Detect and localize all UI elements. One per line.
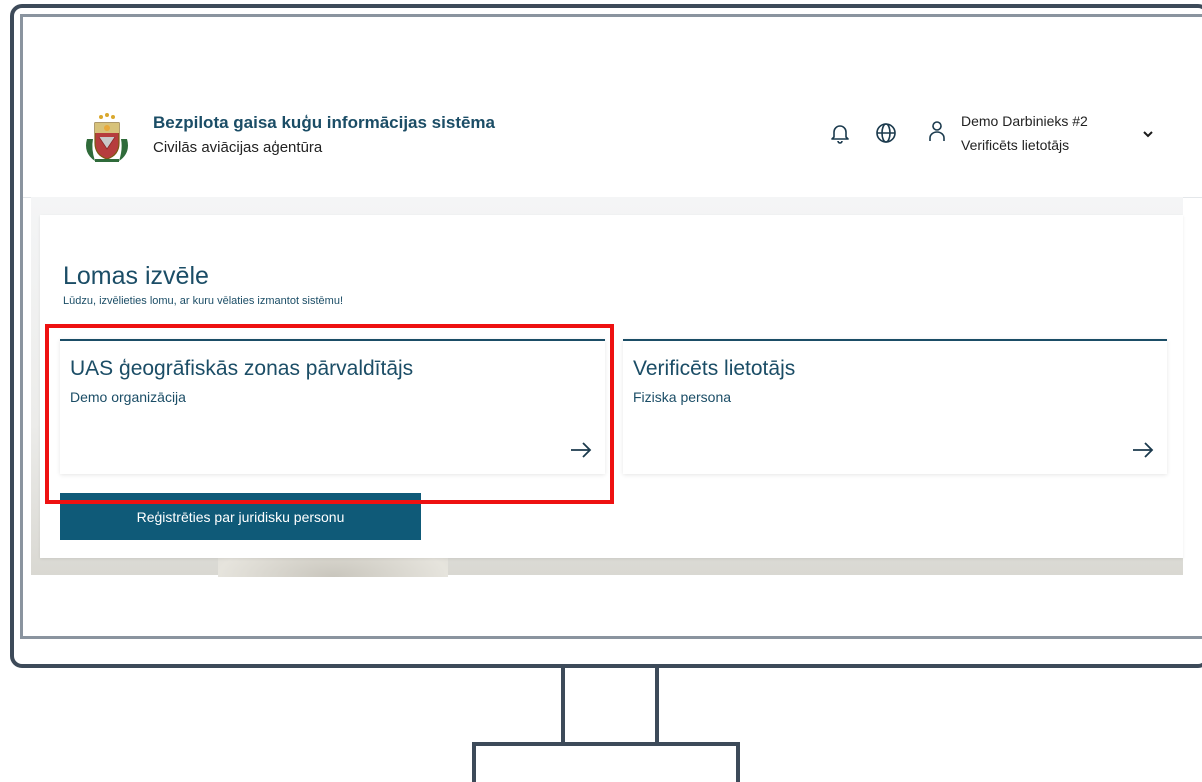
system-title: Bezpilota gaisa kuģu informācijas sistēm… bbox=[153, 113, 496, 132]
role-card-zone-manager[interactable]: UAS ģeogrāfiskās zonas pārvaldītājs Demo… bbox=[60, 339, 605, 474]
coat-of-arms-logo bbox=[86, 113, 128, 162]
role-title: UAS ģeogrāfiskās zonas pārvaldītājs bbox=[70, 357, 414, 380]
role-organization: Fiziska persona bbox=[633, 389, 732, 405]
user-name[interactable]: Demo Darbinieks #2 bbox=[961, 113, 1088, 129]
page-subtitle: Lūdzu, izvēlieties lomu, ar kuru vēlatie… bbox=[63, 295, 344, 307]
user-role[interactable]: Verificēts lietotājs bbox=[961, 137, 1069, 153]
monitor-stand-neck bbox=[561, 668, 659, 744]
arrow-right-icon[interactable] bbox=[569, 440, 593, 460]
agency-name: Civilās aviācijas aģentūra bbox=[153, 139, 323, 156]
role-organization: Demo organizācija bbox=[70, 389, 186, 405]
globe-icon[interactable] bbox=[874, 121, 898, 145]
chevron-down-icon[interactable] bbox=[1140, 126, 1156, 142]
register-legal-entity-button[interactable]: Reģistrēties par juridisku personu bbox=[60, 493, 421, 540]
page-title: Lomas izvēle bbox=[63, 262, 209, 290]
app-header: Bezpilota gaisa kuģu informācijas sistēm… bbox=[23, 17, 1202, 198]
user-icon[interactable] bbox=[925, 119, 949, 143]
monitor-stand-base bbox=[472, 742, 740, 782]
role-title: Verificēts lietotājs bbox=[633, 357, 796, 380]
arrow-right-icon[interactable] bbox=[1131, 440, 1155, 460]
monitor-screen: Bezpilota gaisa kuģu informācijas sistēm… bbox=[20, 14, 1202, 639]
role-card-verified-user[interactable]: Verificēts lietotājs Fiziska persona bbox=[623, 339, 1167, 474]
bell-icon[interactable] bbox=[828, 121, 852, 145]
